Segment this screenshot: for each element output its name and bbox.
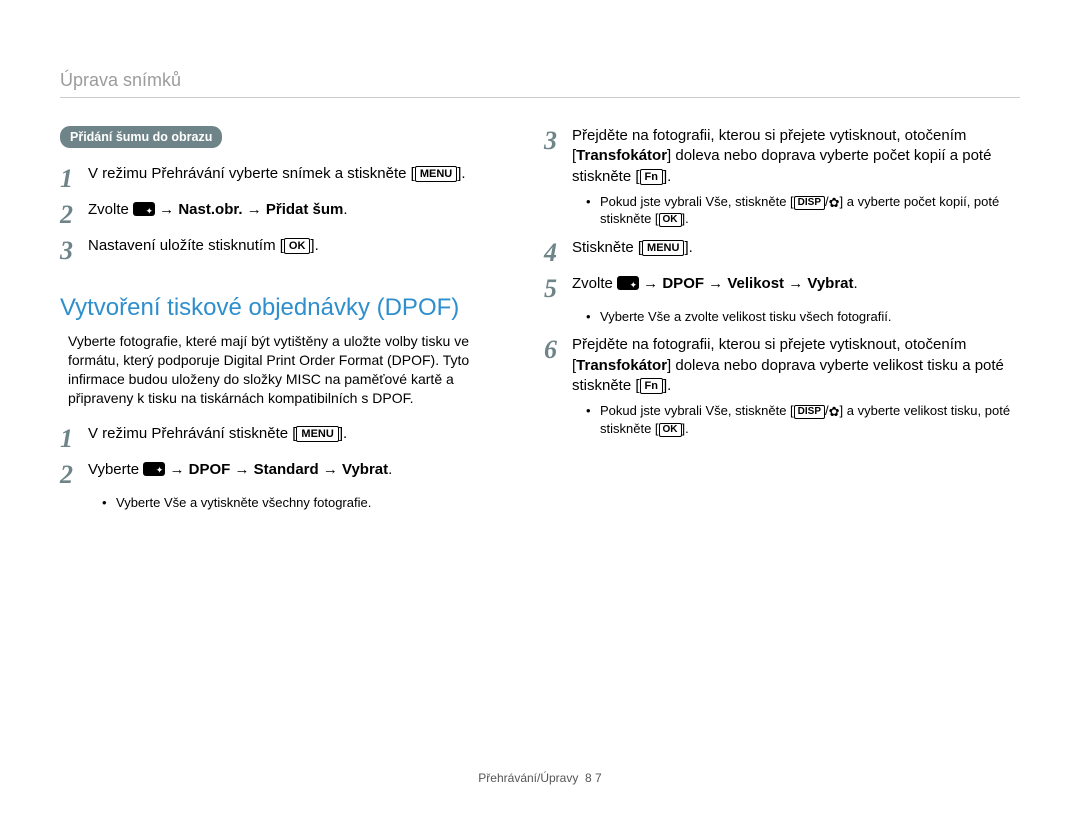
dpof-heading: Vytvoření tiskové objednávky (DPOF) (60, 294, 512, 322)
ok-key-icon: OK (284, 238, 311, 254)
section-header: Úprava snímků (60, 70, 1020, 98)
right-step-3: 3 Přejděte na fotografii, kterou si přej… (544, 126, 1020, 187)
left-subnote: Vyberte Vše a vytiskněte všechny fotogra… (60, 494, 512, 512)
left-column: Přidání šumu do obrazu 1 V režimu Přehrá… (60, 126, 540, 751)
left-step-3: 3 Nastavení uložíte stisknutím [OK]. (60, 236, 512, 264)
step-text: Nastavení uložíte stisknutím [OK]. (88, 236, 512, 256)
fn-key-icon: Fn (640, 378, 663, 394)
bullet-icon (586, 308, 600, 326)
bullet-icon (586, 402, 600, 420)
step-text: Zvolte → DPOF → Velikost → Vybrat. (572, 274, 1020, 294)
subnote-text: Vyberte Vše a vytiskněte všechny fotogra… (116, 494, 512, 512)
right-column: 3 Přejděte na fotografii, kterou si přej… (540, 126, 1020, 751)
content-columns: Přidání šumu do obrazu 1 V režimu Přehrá… (60, 126, 1020, 751)
right-step-5: 5 Zvolte → DPOF → Velikost → Vybrat. (544, 274, 1020, 302)
topic-pill: Přidání šumu do obrazu (60, 126, 222, 148)
disp-key-icon: DISP (794, 405, 825, 419)
film-settings-icon (133, 202, 155, 216)
left-dpof-step-1: 1 V režimu Přehrávání stiskněte [MENU]. (60, 424, 512, 452)
left-step-2: 2 Zvolte → Nast.obr. → Přidat šum. (60, 200, 512, 228)
step-number: 1 (60, 424, 88, 452)
step-text: V režimu Přehrávání vyberte snímek a sti… (88, 164, 512, 184)
step-number: 3 (60, 236, 88, 264)
macro-flower-icon: ✿ (829, 405, 840, 418)
menu-key-icon: MENU (296, 426, 338, 442)
step-text: Zvolte → Nast.obr. → Přidat šum. (88, 200, 512, 220)
ok-key-icon: OK (659, 423, 682, 437)
step-text: Vyberte → DPOF → Standard → Vybrat. (88, 460, 512, 480)
right-subnote-1: Pokud jste vybrali Vše, stiskněte [DISP/… (544, 193, 1020, 228)
bullet-icon (586, 193, 600, 211)
step-number: 5 (544, 274, 572, 302)
step-number: 1 (60, 164, 88, 192)
step-bold: → DPOF → Standard → Vybrat (165, 461, 388, 478)
subnote-text: Vyberte Vše a zvolte velikost tisku všec… (600, 308, 1020, 326)
step-bold: → Nast.obr. → Přidat šum (155, 201, 343, 218)
step-number: 6 (544, 335, 572, 363)
step-number: 2 (60, 200, 88, 228)
left-step-1: 1 V režimu Přehrávání vyberte snímek a s… (60, 164, 512, 192)
subnote-text: Pokud jste vybrali Vše, stiskněte [DISP/… (600, 402, 1020, 437)
menu-key-icon: MENU (415, 166, 457, 182)
step-text: Stiskněte [MENU]. (572, 238, 1020, 258)
ok-key-icon: OK (659, 213, 682, 227)
step-number: 3 (544, 126, 572, 154)
bullet-icon (102, 494, 116, 512)
right-subnote-3: Pokud jste vybrali Vše, stiskněte [DISP/… (544, 402, 1020, 437)
dpof-paragraph: Vyberte fotografie, které mají být vytiš… (60, 332, 512, 408)
disp-key-icon: DISP (794, 196, 825, 210)
menu-key-icon: MENU (642, 240, 684, 256)
step-number: 2 (60, 460, 88, 488)
subnote-text: Pokud jste vybrali Vše, stiskněte [DISP/… (600, 193, 1020, 228)
step-number: 4 (544, 238, 572, 266)
fn-key-icon: Fn (640, 169, 663, 185)
right-step-6: 6 Přejděte na fotografii, kterou si přej… (544, 335, 1020, 396)
macro-flower-icon: ✿ (829, 196, 840, 209)
film-settings-icon (143, 462, 165, 476)
right-subnote-2: Vyberte Vše a zvolte velikost tisku všec… (544, 308, 1020, 326)
page-footer: Přehrávání/Úpravy 8 7 (60, 751, 1020, 785)
right-step-4: 4 Stiskněte [MENU]. (544, 238, 1020, 266)
step-text: Přejděte na fotografii, kterou si přejet… (572, 335, 1020, 396)
step-text: V režimu Přehrávání stiskněte [MENU]. (88, 424, 512, 444)
film-settings-icon (617, 276, 639, 290)
step-text: Přejděte na fotografii, kterou si přejet… (572, 126, 1020, 187)
left-dpof-step-2: 2 Vyberte → DPOF → Standard → Vybrat. (60, 460, 512, 488)
step-bold: → DPOF → Velikost → Vybrat (639, 275, 854, 292)
